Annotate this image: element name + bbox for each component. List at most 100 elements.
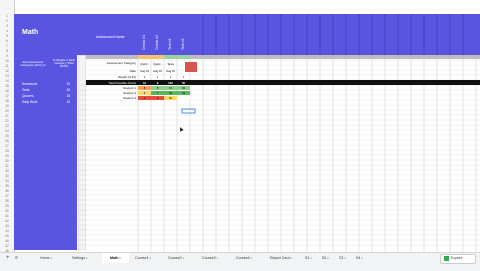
row-number[interactable]: 2: [0, 19, 14, 23]
row-number[interactable]: 20: [0, 109, 14, 113]
row-number[interactable]: 7: [0, 44, 14, 48]
row-number[interactable]: 26: [0, 139, 14, 143]
category-name[interactable]: Homework: [22, 82, 37, 86]
category-cell[interactable]: Tests: [164, 62, 177, 66]
tab-settings[interactable]: Settings ▾: [72, 256, 87, 260]
row-number[interactable]: 42: [0, 219, 14, 223]
row-number[interactable]: 43: [0, 224, 14, 228]
score-cell[interactable]: 44: [177, 91, 190, 95]
row-number[interactable]: 38: [0, 199, 14, 203]
add-sheet-icon[interactable]: +: [6, 255, 10, 261]
row-number[interactable]: 46: [0, 239, 14, 243]
weight-cell[interactable]: 1: [164, 75, 177, 79]
row-number[interactable]: 9: [0, 54, 14, 58]
tab-report-card[interactable]: Report Card ▾: [270, 256, 292, 260]
row-number[interactable]: 44: [0, 229, 14, 233]
score-cell[interactable]: 6: [138, 91, 151, 95]
row-number[interactable]: 41: [0, 214, 14, 218]
row-number[interactable]: 24: [0, 129, 14, 133]
tab-s3[interactable]: S3 ▾: [339, 256, 346, 260]
row-number[interactable]: 18: [0, 99, 14, 103]
tab-s4[interactable]: S4 ▾: [356, 256, 363, 260]
row-number[interactable]: 6: [0, 39, 14, 43]
row-number[interactable]: 36: [0, 189, 14, 193]
weight-cell[interactable]: 1: [151, 75, 164, 79]
total-points-cell[interactable]: 100: [164, 81, 177, 85]
category-name[interactable]: Quizzes: [22, 94, 34, 98]
tab-course3[interactable]: Course3 ▾: [202, 256, 218, 260]
score-cell[interactable]: 3: [138, 96, 151, 100]
assessment-column-header[interactable]: Check #1: [138, 14, 152, 55]
row-number[interactable]: 11: [0, 64, 14, 68]
score-cell[interactable]: 3: [151, 96, 164, 100]
assessment-column-header[interactable]: Check #2: [151, 14, 165, 55]
category-cell[interactable]: Quizz.: [151, 62, 164, 66]
row-number[interactable]: 27: [0, 144, 14, 148]
row-number[interactable]: 30: [0, 159, 14, 163]
total-points-cell[interactable]: 10: [138, 81, 151, 85]
category-weight[interactable]: 35: [58, 94, 70, 98]
explore-button[interactable]: Explore: [440, 254, 476, 264]
row-number[interactable]: 3: [0, 24, 14, 28]
tab-course1[interactable]: Course1 ▾: [135, 256, 151, 260]
row-number[interactable]: 15: [0, 84, 14, 88]
row-number[interactable]: 8: [0, 49, 14, 53]
date-cell[interactable]: Aug 31: [151, 69, 164, 73]
row-number[interactable]: 23: [0, 124, 14, 128]
row-number[interactable]: 28: [0, 149, 14, 153]
tab-course4[interactable]: Course4 ▾: [236, 256, 252, 260]
row-number[interactable]: 31: [0, 164, 14, 168]
total-points-cell[interactable]: 50: [177, 81, 190, 85]
row-number[interactable]: 19: [0, 104, 14, 108]
date-cell[interactable]: Aug 31: [164, 69, 177, 73]
row-number[interactable]: 10: [0, 59, 14, 63]
row-number[interactable]: 29: [0, 154, 14, 158]
student-name[interactable]: Student 2: [86, 91, 136, 95]
weight-cell[interactable]: 1: [177, 75, 190, 79]
score-cell[interactable]: 62: [164, 96, 177, 100]
total-points-cell[interactable]: 8: [151, 81, 164, 85]
score-cell[interactable]: 45: [177, 86, 190, 90]
row-number[interactable]: 40: [0, 209, 14, 213]
row-number[interactable]: 4: [0, 29, 14, 33]
score-cell[interactable]: [177, 96, 190, 100]
weight-cell[interactable]: 1: [138, 75, 151, 79]
tab-math[interactable]: Math ▾: [110, 256, 121, 260]
category-weight[interactable]: 15: [58, 82, 70, 86]
all-sheets-icon[interactable]: ≡: [15, 255, 18, 261]
row-number[interactable]: 21: [0, 114, 14, 118]
score-cell[interactable]: 80: [164, 91, 177, 95]
score-cell[interactable]: 5: [151, 86, 164, 90]
category-name[interactable]: Tests: [22, 88, 29, 92]
category-weight[interactable]: 35: [58, 88, 70, 92]
row-number[interactable]: 34: [0, 179, 14, 183]
row-number[interactable]: 35: [0, 184, 14, 188]
tab-s1[interactable]: S1 ▾: [305, 256, 312, 260]
row-number[interactable]: 37: [0, 194, 14, 198]
row-number[interactable]: 22: [0, 119, 14, 123]
category-name[interactable]: Daily Work: [22, 100, 37, 104]
tab-course2[interactable]: Course2 ▾: [168, 256, 184, 260]
tab-home[interactable]: Home ▾: [40, 256, 52, 260]
tab-s2[interactable]: S2 ▾: [322, 256, 329, 260]
score-cell[interactable]: 7: [151, 91, 164, 95]
assessment-column-header[interactable]: Test #1: [164, 14, 178, 55]
row-number[interactable]: 14: [0, 79, 14, 83]
row-number[interactable]: 17: [0, 94, 14, 98]
student-name[interactable]: Student 3: [86, 96, 136, 100]
student-name[interactable]: Student 1: [86, 86, 136, 90]
row-number[interactable]: 45: [0, 234, 14, 238]
row-number[interactable]: 1: [0, 14, 14, 18]
row-number[interactable]: 16: [0, 89, 14, 93]
score-cell[interactable]: 8: [138, 86, 151, 90]
date-cell[interactable]: Aug 31: [138, 69, 151, 73]
row-number[interactable]: 33: [0, 174, 14, 178]
score-cell[interactable]: 74: [164, 86, 177, 90]
assessment-column-header[interactable]: Test #2: [177, 14, 191, 55]
row-number[interactable]: 32: [0, 169, 14, 173]
row-number[interactable]: 13: [0, 74, 14, 78]
category-cell[interactable]: Quizz.: [138, 62, 151, 66]
row-number[interactable]: 47: [0, 244, 14, 248]
row-number[interactable]: 25: [0, 134, 14, 138]
row-number[interactable]: 12: [0, 69, 14, 73]
